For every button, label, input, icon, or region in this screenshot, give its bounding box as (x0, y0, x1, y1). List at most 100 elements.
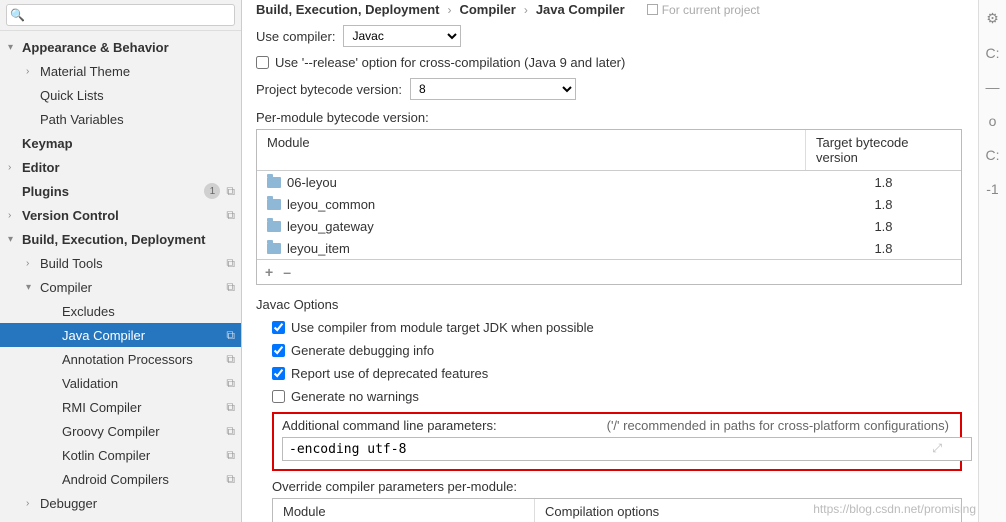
additional-params-input[interactable] (282, 437, 972, 461)
sidebar-item-kotlin-compiler[interactable]: Kotlin Compiler⧉ (0, 443, 241, 467)
sidebar-item-annotation-processors[interactable]: Annotation Processors⧉ (0, 347, 241, 371)
sidebar-item-keymap[interactable]: Keymap (0, 131, 241, 155)
table-row[interactable]: leyou_common 1.8 (257, 193, 961, 215)
module-name: 06-leyou (287, 175, 337, 190)
sidebar-item-label: Build Tools (40, 256, 226, 271)
sidebar-item-label: RMI Compiler (62, 400, 226, 415)
sidebar-item-label: Plugins (22, 184, 204, 199)
use-compiler-select[interactable]: Javac (343, 25, 461, 47)
strip-c2: C: (986, 147, 1000, 163)
td-target[interactable]: 1.8 (806, 219, 961, 234)
sidebar-item-label: Build, Execution, Deployment (22, 232, 241, 247)
sidebar-item-groovy-compiler[interactable]: Groovy Compiler⧉ (0, 419, 241, 443)
sidebar-item-excludes[interactable]: Excludes (0, 299, 241, 323)
expand-icon[interactable]: ⤢ (932, 441, 942, 456)
sidebar-item-validation[interactable]: Validation⧉ (0, 371, 241, 395)
sidebar-item-rmi-compiler[interactable]: RMI Compiler⧉ (0, 395, 241, 419)
folder-icon (267, 243, 281, 254)
sidebar-item-version-control[interactable]: ›Version Control⧉ (0, 203, 241, 227)
sidebar-item-quick-lists[interactable]: Quick Lists (0, 83, 241, 107)
folder-icon (267, 199, 281, 210)
breadcrumb: Build, Execution, Deployment › Compiler … (256, 2, 962, 17)
sidebar-item-label: Path Variables (40, 112, 241, 127)
remove-module-button[interactable]: – (283, 264, 291, 280)
sidebar-item-build-tools[interactable]: ›Build Tools⧉ (0, 251, 241, 275)
th2-module[interactable]: Module (273, 499, 535, 522)
gear-icon[interactable]: ⚙ (986, 10, 999, 27)
crumb-a: Build, Execution, Deployment (256, 2, 439, 17)
module-name: leyou_item (287, 241, 350, 256)
td-target[interactable]: 1.8 (806, 197, 961, 212)
sidebar-item-debugger[interactable]: ›Debugger (0, 491, 241, 515)
th2-opts[interactable]: Compilation options (535, 499, 961, 522)
td-target[interactable]: 1.8 (806, 175, 961, 190)
project-scope-icon: ⧉ (226, 256, 235, 271)
opt1-label: Use compiler from module target JDK when… (291, 320, 594, 335)
param-label: Additional command line parameters: (282, 418, 497, 433)
sidebar-item-material-theme[interactable]: ›Material Theme (0, 59, 241, 83)
search-input[interactable] (6, 4, 235, 26)
add-module-button[interactable]: + (265, 264, 273, 280)
module-name: leyou_common (287, 197, 375, 212)
sidebar-item-label: Annotation Processors (62, 352, 226, 367)
release-option-row: Use '--release' option for cross-compila… (256, 55, 962, 70)
sidebar-item-label: Groovy Compiler (62, 424, 226, 439)
project-scope-icon: ⧉ (226, 328, 235, 343)
td-module: 06-leyou (257, 175, 806, 190)
main-panel: Build, Execution, Deployment › Compiler … (242, 0, 978, 522)
count-badge: 1 (204, 183, 220, 199)
th-module[interactable]: Module (257, 130, 806, 170)
sidebar-item-label: Compiler (40, 280, 226, 295)
settings-sidebar: 🔍 ▾Appearance & Behavior›Material ThemeQ… (0, 0, 242, 522)
sidebar-item-build-execution-deployment[interactable]: ▾Build, Execution, Deployment (0, 227, 241, 251)
project-scope-icon: ⧉ (226, 376, 235, 391)
opt-module-jdk-checkbox[interactable] (272, 321, 285, 334)
project-scope-icon: ⧉ (226, 424, 235, 439)
td-target[interactable]: 1.8 (806, 241, 961, 256)
opt-no-warnings-checkbox[interactable] (272, 390, 285, 403)
opt-debug-info-checkbox[interactable] (272, 344, 285, 357)
chevron-right-icon: › (447, 3, 451, 17)
opt4-label: Generate no warnings (291, 389, 419, 404)
param-hint: ('/' recommended in paths for cross-plat… (607, 418, 949, 433)
project-scope-icon: ⧉ (226, 472, 235, 487)
sidebar-item-label: Excludes (62, 304, 241, 319)
use-compiler-label: Use compiler: (256, 29, 335, 44)
javac-options: Use compiler from module target JDK when… (256, 312, 962, 522)
per-module-table: Module Target bytecode version 06-leyou 1… (256, 129, 962, 285)
sidebar-item-label: Editor (22, 160, 241, 175)
table-row[interactable]: leyou_gateway1.8 (257, 215, 961, 237)
td-module: leyou_item (257, 241, 806, 256)
sidebar-item-label: Android Compilers (62, 472, 226, 487)
chevron-icon: › (26, 66, 40, 77)
chevron-icon: › (26, 498, 40, 509)
sidebar-item-java-compiler[interactable]: Java Compiler⧉ (0, 323, 241, 347)
chevron-icon: ▾ (8, 42, 22, 53)
crumb-b: Compiler (459, 2, 515, 17)
search-icon: 🔍 (10, 8, 25, 22)
sidebar-item-compiler[interactable]: ▾Compiler⧉ (0, 275, 241, 299)
sidebar-item-path-variables[interactable]: Path Variables (0, 107, 241, 131)
opt-deprecated-checkbox[interactable] (272, 367, 285, 380)
td-module: leyou_gateway (257, 219, 806, 234)
table-row[interactable]: 06-leyou 1.8 (257, 171, 961, 193)
javac-options-title: Javac Options (256, 297, 962, 312)
sidebar-item-android-compilers[interactable]: Android Compilers⧉ (0, 467, 241, 491)
bytecode-select[interactable]: 8 (410, 78, 576, 100)
release-option-checkbox[interactable] (256, 56, 269, 69)
table-row[interactable]: leyou_item 1.8 (257, 237, 961, 259)
sidebar-item-label: Material Theme (40, 64, 241, 79)
folder-icon (267, 221, 281, 232)
sidebar-item-appearance-behavior[interactable]: ▾Appearance & Behavior (0, 35, 241, 59)
chevron-icon: ▾ (8, 234, 22, 245)
sidebar-item-editor[interactable]: ›Editor (0, 155, 241, 179)
sidebar-item-plugins[interactable]: Plugins1⧉ (0, 179, 241, 203)
opt3-label: Report use of deprecated features (291, 366, 488, 381)
strip-d2: -1 (986, 181, 998, 197)
table-body: 06-leyou1.8leyou_common1.8leyou_gateway1… (257, 171, 961, 259)
opt2-label: Generate debugging info (291, 343, 434, 358)
chevron-icon: › (26, 258, 40, 269)
bytecode-row: Project bytecode version: 8 (256, 78, 962, 100)
th-target[interactable]: Target bytecode version (806, 130, 961, 170)
sidebar-item-label: Debugger (40, 496, 241, 511)
